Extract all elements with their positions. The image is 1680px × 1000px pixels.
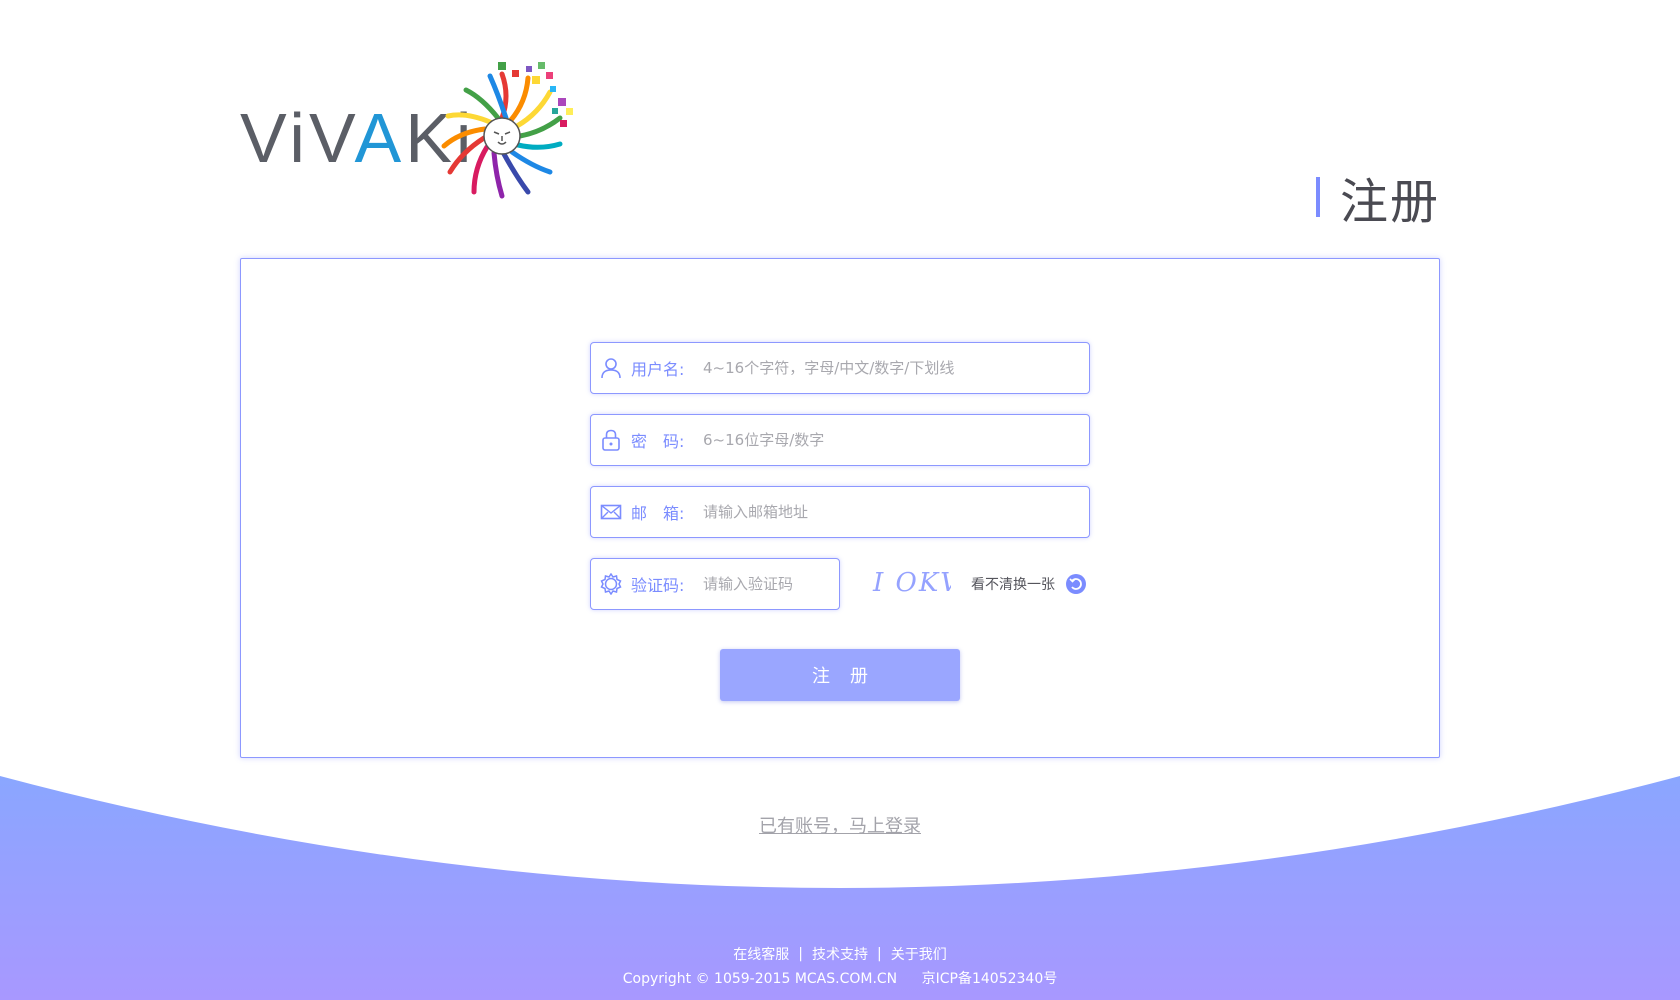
gear-icon <box>600 573 622 595</box>
refresh-icon <box>1066 574 1086 594</box>
captcha-input[interactable] <box>697 575 839 593</box>
footer-link-about-us[interactable]: 关于我们 <box>891 944 947 964</box>
captcha-image[interactable]: I OKV <box>871 565 951 601</box>
password-input[interactable] <box>697 431 1089 449</box>
refresh-captcha-link[interactable]: 看不清换一张 <box>971 573 1087 595</box>
register-button[interactable]: 注册 <box>720 649 960 701</box>
user-icon <box>601 358 621 379</box>
password-label: 密 码: <box>631 432 685 451</box>
icp-number: 京ICP备14052340号 <box>921 971 1058 987</box>
footer-copyright-line: Copyright © 1059-2015 MCAS.COM.CN 京ICP备1… <box>0 968 1680 988</box>
footer-separator: | <box>877 946 882 962</box>
username-field: 用户名: <box>590 342 1090 394</box>
svg-text:I OKV: I OKV <box>872 568 951 598</box>
email-input[interactable] <box>697 503 1089 521</box>
captcha-field: 验证码: <box>590 558 840 610</box>
footer-separator: | <box>798 946 803 962</box>
page-title-text: 注册 <box>1339 174 1440 230</box>
refresh-captcha-label: 看不清换一张 <box>971 577 1055 593</box>
login-link-container: 已有账号，马上登录 <box>0 812 1680 838</box>
page-title: 注册 <box>1315 170 1440 230</box>
password-field: 密 码: <box>590 414 1090 466</box>
lion-sun-emblem-icon <box>441 62 573 199</box>
register-card: 用户名: 密 码: 邮 箱: 验证码: I OKV 看不清换一张 <box>240 258 1440 758</box>
footer: 在线客服 | 技术支持 | 关于我们 Copyright © 1059-2015… <box>0 944 1680 988</box>
captcha-label: 验证码: <box>631 576 685 595</box>
username-label: 用户名: <box>631 360 685 379</box>
footer-links: 在线客服 | 技术支持 | 关于我们 <box>0 944 1680 964</box>
login-link[interactable]: 已有账号，马上登录 <box>759 816 921 837</box>
heading-accent-bar <box>1315 177 1320 217</box>
footer-link-tech-support[interactable]: 技术支持 <box>812 944 868 964</box>
username-input[interactable] <box>697 359 1089 377</box>
footer-link-customer-service[interactable]: 在线客服 <box>733 944 789 964</box>
vivaki-logo: ViVAKi <box>240 58 580 200</box>
email-label: 邮 箱: <box>631 504 685 523</box>
lock-icon <box>602 429 620 451</box>
email-field: 邮 箱: <box>590 486 1090 538</box>
copyright-text: Copyright © 1059-2015 MCAS.COM.CN <box>622 971 898 987</box>
mail-icon <box>600 504 622 520</box>
